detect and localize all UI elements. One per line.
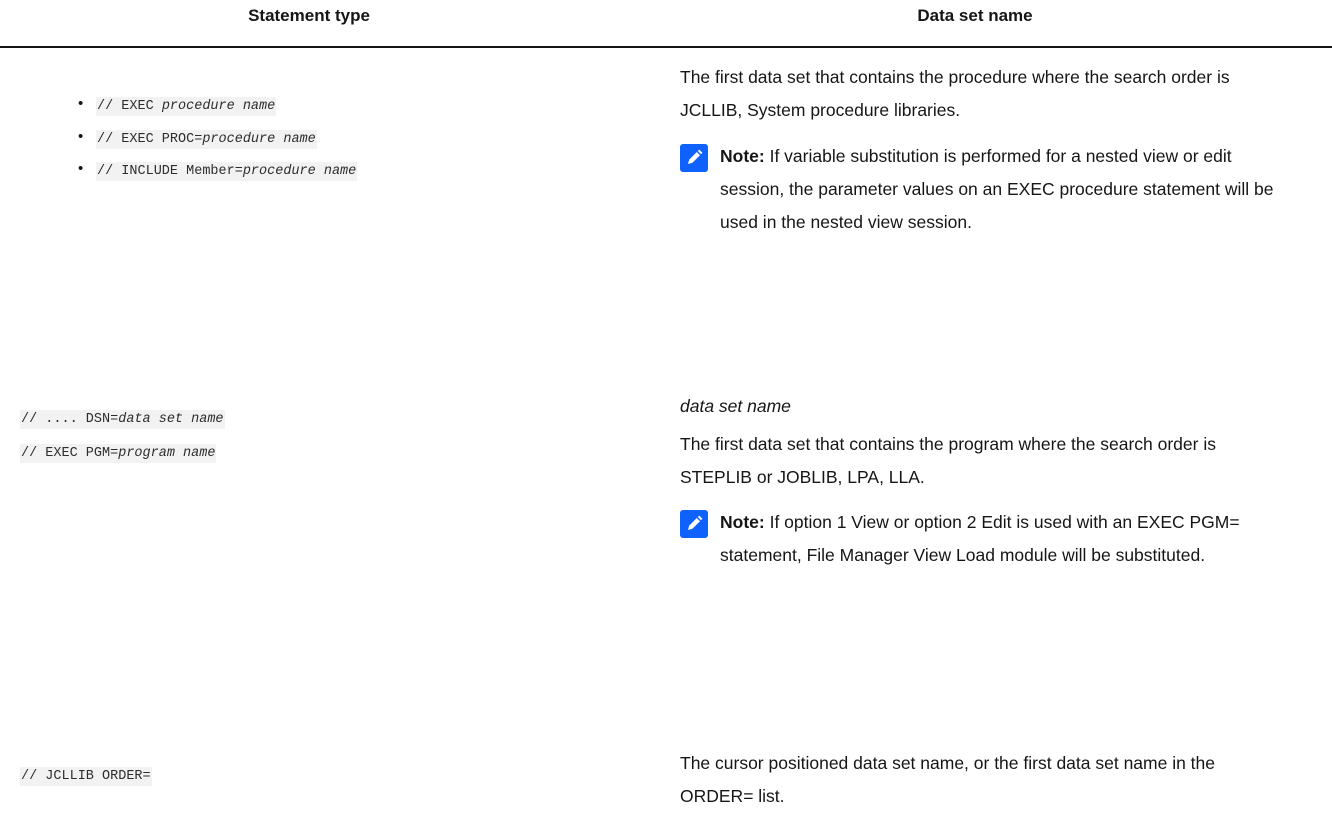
list-item: • // EXEC PROC=procedure name	[78, 127, 357, 152]
code-statement: // EXEC PGM=program name	[20, 444, 217, 463]
code-statement: // EXEC PROC=procedure name	[96, 129, 317, 149]
procedure-statement-list: • // EXEC procedure name • // EXEC PROC=…	[78, 94, 358, 192]
code-statement: // EXEC procedure name	[96, 97, 277, 116]
header-data-set-name: Data set name	[917, 6, 1033, 25]
note-label: Note:	[720, 512, 765, 532]
table-header: Statement type Data set name	[0, 0, 1332, 48]
code-statement: // .... DSN=data set name	[20, 410, 225, 429]
list-item: • // EXEC procedure name	[78, 94, 357, 119]
dataset-description: data set name	[680, 396, 791, 416]
note-text: Note: If variable substitution is perfor…	[720, 146, 1274, 232]
statement-cell: // .... DSN=data set name	[20, 409, 225, 429]
bullet-icon: •	[78, 160, 84, 177]
code-statement: // INCLUDE Member=procedure name	[96, 162, 358, 181]
statement-table: Statement type Data set name	[0, 0, 1332, 48]
pencil-note-icon	[680, 144, 708, 172]
bullet-icon: •	[78, 95, 84, 112]
dataset-description: The cursor positioned data set name, or …	[680, 753, 1216, 806]
statement-cell: // JCLLIB ORDER=	[20, 766, 152, 786]
note-label: Note:	[720, 146, 765, 166]
dataset-description: The first data set that contains the pro…	[680, 434, 1216, 487]
bullet-icon: •	[78, 127, 84, 145]
dataset-description: The first data set that contains the pro…	[680, 67, 1230, 120]
list-item: • // INCLUDE Member=procedure name	[78, 159, 358, 184]
code-statement: // JCLLIB ORDER=	[20, 767, 152, 786]
pencil-note-icon	[680, 510, 708, 538]
statement-cell: // EXEC PGM=program name	[20, 443, 217, 463]
header-statement-type: Statement type	[248, 6, 370, 25]
note-text: Note: If option 1 View or option 2 Edit …	[720, 512, 1240, 565]
